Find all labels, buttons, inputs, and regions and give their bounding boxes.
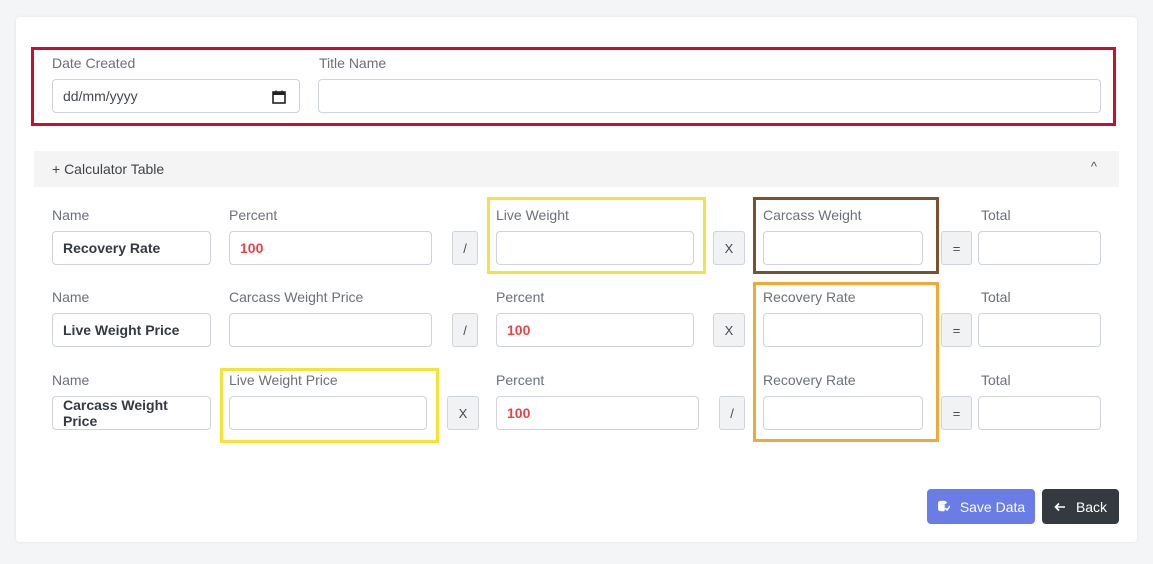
row1-multiply-operator: X — [713, 231, 745, 265]
row3-percent-input[interactable]: 100 — [496, 396, 699, 430]
row3-name-label: Name — [52, 372, 90, 388]
row3-recovery-rate-label: Recovery Rate — [763, 372, 856, 388]
save-data-button[interactable]: Save Data — [927, 489, 1035, 524]
title-name-label: Title Name — [319, 55, 387, 71]
back-button[interactable]: Back — [1042, 489, 1119, 524]
save-data-label: Save Data — [959, 498, 1026, 515]
row2-equals-operator: = — [941, 313, 972, 347]
row2-recovery-rate-label: Recovery Rate — [763, 289, 856, 305]
row1-equals-operator: = — [941, 231, 972, 265]
row2-recovery-rate-input[interactable] — [763, 313, 923, 347]
row2-total-input[interactable] — [978, 313, 1101, 347]
calculator-table-toggle[interactable]: + Calculator Table ^ — [34, 151, 1119, 187]
row1-name-input[interactable]: Recovery Rate — [52, 231, 211, 265]
chevron-up-icon[interactable]: ^ — [1091, 159, 1097, 174]
back-label: Back — [1075, 498, 1108, 515]
row2-name-input[interactable]: Live Weight Price — [52, 313, 211, 347]
title-name-input[interactable] — [318, 79, 1101, 113]
row3-percent-label: Percent — [496, 372, 545, 388]
date-created-input[interactable]: dd/mm/yyyy — [52, 79, 300, 113]
row2-total-label: Total — [981, 289, 1011, 305]
row3-recovery-rate-input[interactable] — [763, 396, 923, 430]
row1-total-input[interactable] — [978, 231, 1101, 265]
row1-carcass-weight-input[interactable] — [763, 231, 923, 265]
row1-divide-operator: / — [452, 231, 478, 265]
row3-name-input[interactable]: Carcass Weight Price — [52, 396, 211, 430]
date-created-label: Date Created — [52, 55, 136, 71]
date-placeholder: dd/mm/yyyy — [63, 88, 138, 104]
row3-multiply-operator: X — [447, 396, 479, 430]
row3-equals-operator: = — [941, 396, 972, 430]
row3-live-weight-price-input[interactable] — [229, 396, 427, 430]
row3-total-input[interactable] — [978, 396, 1101, 430]
arrow-left-icon — [1054, 502, 1065, 511]
row3-divide-operator: / — [719, 396, 745, 430]
row1-total-label: Total — [981, 207, 1011, 223]
row1-percent-label: Percent — [229, 207, 278, 223]
row3-live-weight-price-label: Live Weight Price — [229, 372, 338, 388]
row2-divide-operator: / — [452, 313, 478, 347]
database-save-icon — [937, 500, 950, 512]
row1-carcass-weight-label: Carcass Weight — [763, 207, 862, 223]
row2-carcass-weight-price-label: Carcass Weight Price — [229, 289, 364, 305]
row2-percent-input[interactable]: 100 — [496, 313, 694, 347]
row1-live-weight-input[interactable] — [496, 231, 694, 265]
row1-percent-input[interactable]: 100 — [229, 231, 432, 265]
row2-carcass-weight-price-input[interactable] — [229, 313, 432, 347]
row1-name-label: Name — [52, 207, 90, 223]
row2-name-label: Name — [52, 289, 90, 305]
calendar-icon[interactable] — [272, 90, 286, 104]
row2-multiply-operator: X — [713, 313, 745, 347]
row2-percent-label: Percent — [496, 289, 545, 305]
row3-total-label: Total — [981, 372, 1011, 388]
row1-live-weight-label: Live Weight — [496, 207, 569, 223]
calculator-table-label: + Calculator Table — [52, 161, 165, 177]
